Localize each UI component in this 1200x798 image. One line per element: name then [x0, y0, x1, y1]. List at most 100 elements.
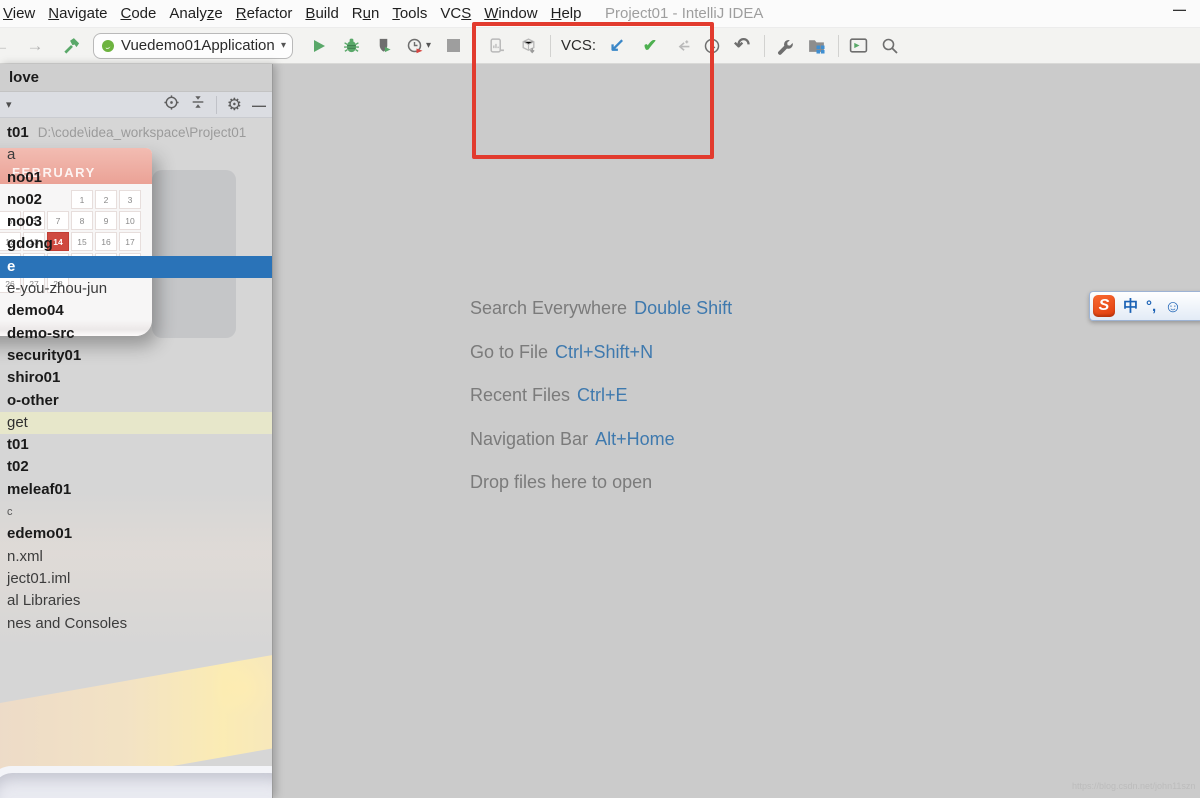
tree-item-selected[interactable]: e — [0, 256, 272, 278]
tree-item[interactable]: no02 — [0, 189, 272, 211]
chevron-down-icon: ▾ — [281, 40, 286, 51]
tree-item-excluded[interactable]: get — [0, 412, 272, 434]
package-download-icon — [518, 36, 538, 56]
hide-tool-window-icon[interactable]: — — [252, 98, 266, 112]
ime-language-toggle[interactable]: 中 — [1123, 299, 1138, 314]
tree-item[interactable]: no01 — [0, 167, 272, 189]
csdn-watermark: https://blog.csdn.net/john11szn — [1072, 781, 1195, 791]
menu-bar: View Navigate Code Analyze Refactor Buil… — [0, 0, 1200, 28]
vcs-history-clock-icon[interactable] — [702, 36, 722, 56]
run-anything-icon[interactable] — [848, 36, 868, 56]
tree-item-project-root[interactable]: t01 D:\code\idea_workspace\Project01 — [0, 122, 272, 144]
project-toolbar: ▾ ⚙ — — [0, 92, 272, 118]
tree-item[interactable]: no03 — [0, 211, 272, 233]
run-config-label: Vuedemo01Application — [121, 37, 277, 54]
minimize-button[interactable]: — — [1173, 2, 1186, 17]
debug-bug-icon[interactable] — [341, 36, 361, 56]
menu-view[interactable]: View — [3, 5, 35, 22]
tree-item[interactable]: demo-src — [0, 323, 272, 345]
vcs-commit-icon[interactable]: ✔ — [640, 36, 660, 56]
ime-emoji-icon[interactable]: ☺ — [1164, 298, 1181, 315]
ime-punctuation-toggle[interactable]: °, — [1146, 299, 1156, 314]
menu-run[interactable]: Run — [352, 5, 380, 22]
hint-label: Navigation Bar — [470, 429, 588, 450]
run-icon[interactable] — [309, 36, 329, 56]
tree-item[interactable]: demo04 — [0, 300, 272, 322]
window-title: Project01 - IntelliJ IDEA — [605, 5, 763, 22]
profiler-icon[interactable] — [405, 36, 425, 56]
tree-item[interactable]: shiro01 — [0, 367, 272, 389]
forward-icon[interactable]: → — [25, 36, 45, 56]
view-selector-caret-icon[interactable]: ▾ — [6, 98, 12, 111]
menu-code[interactable]: Code — [120, 5, 156, 22]
back-icon[interactable]: ← — [0, 36, 11, 56]
hint-label: Drop files here to open — [470, 472, 652, 493]
wallpaper-desk-body — [0, 766, 273, 798]
menu-tools[interactable]: Tools — [392, 5, 427, 22]
tree-item[interactable]: al Libraries — [0, 590, 272, 612]
attach-profiler-icon — [486, 36, 506, 56]
vcs-toolbar-label: VCS: — [561, 37, 596, 54]
menu-help[interactable]: Help — [551, 5, 582, 22]
settings-wrench-icon[interactable] — [774, 36, 794, 56]
tree-item[interactable]: e-you-zhou-jun — [0, 278, 272, 300]
search-everywhere-icon[interactable] — [880, 36, 900, 56]
build-hammer-icon[interactable] — [61, 36, 81, 56]
gear-icon[interactable]: ⚙ — [227, 96, 242, 113]
hint-label: Go to File — [470, 342, 548, 363]
tree-item[interactable]: security01 — [0, 345, 272, 367]
sogou-logo-icon[interactable]: S — [1093, 295, 1115, 317]
tree-item[interactable]: n.xml — [0, 546, 272, 568]
tree-item[interactable]: nes and Consoles — [0, 613, 272, 635]
tree-item[interactable]: t02 — [0, 456, 272, 478]
profiler-caret-icon[interactable]: ▾ — [426, 40, 431, 51]
vcs-update-icon[interactable]: ↙ — [607, 36, 627, 56]
hint-shortcut: Alt+Home — [595, 429, 675, 450]
tree-item[interactable]: o-other — [0, 390, 272, 412]
hint-drop-files: Drop files here to open — [470, 472, 732, 516]
project-tab-label[interactable]: love — [0, 64, 272, 92]
menu-analyze[interactable]: Analyze — [169, 5, 222, 22]
tree-item[interactable]: a — [0, 144, 272, 166]
tree-item[interactable]: ject01.iml — [0, 568, 272, 590]
project-root-path: D:\code\idea_workspace\Project01 — [38, 125, 247, 140]
menu-vcs[interactable]: VCS — [440, 5, 471, 22]
hint-navigation-bar: Navigation Bar Alt+Home — [470, 429, 732, 473]
vcs-merge-icon — [672, 36, 692, 56]
collapse-all-icon[interactable] — [190, 94, 206, 115]
hint-search-everywhere: Search Everywhere Double Shift — [470, 298, 732, 342]
spring-boot-icon — [101, 39, 115, 53]
shortcut-hints: Search Everywhere Double Shift Go to Fil… — [470, 298, 732, 516]
hint-shortcut: Ctrl+Shift+N — [555, 342, 653, 363]
stop-icon — [443, 36, 463, 56]
tree-item[interactable]: gdong — [0, 233, 272, 255]
hint-go-to-file: Go to File Ctrl+Shift+N — [470, 342, 732, 386]
hint-shortcut: Double Shift — [634, 298, 732, 319]
hint-shortcut: Ctrl+E — [577, 385, 628, 406]
menu-refactor[interactable]: Refactor — [236, 5, 293, 22]
tree-item-label: t01 — [7, 124, 29, 141]
menu-navigate[interactable]: Navigate — [48, 5, 107, 22]
workspace: love ▾ ⚙ — — [0, 64, 1200, 798]
editor-area: Search Everywhere Double Shift Go to Fil… — [273, 64, 1200, 798]
project-structure-icon[interactable] — [806, 36, 826, 56]
tree-item[interactable]: t01 — [0, 434, 272, 456]
menu-items: View Navigate Code Analyze Refactor Buil… — [0, 5, 581, 22]
menu-build[interactable]: Build — [305, 5, 338, 22]
run-coverage-icon[interactable] — [373, 36, 393, 56]
run-config-combo[interactable]: Vuedemo01Application ▾ — [93, 33, 293, 59]
menu-window[interactable]: Window — [484, 5, 537, 22]
project-tool-window: love ▾ ⚙ — — [0, 64, 273, 798]
hint-label: Recent Files — [470, 385, 570, 406]
tree-item[interactable]: meleaf01 — [0, 479, 272, 501]
tree-item[interactable]: c — [0, 501, 272, 523]
hint-recent-files: Recent Files Ctrl+E — [470, 385, 732, 429]
sogou-ime-bar: S 中 °, ☺ — [1089, 291, 1200, 321]
project-tree: FEBRUARY 1234567891011121314151617181920… — [0, 118, 272, 798]
vcs-revert-icon[interactable]: ↶ — [732, 36, 752, 56]
idea-window: View Navigate Code Analyze Refactor Buil… — [0, 0, 1200, 798]
hint-label: Search Everywhere — [470, 298, 627, 319]
main-toolbar: ← → Vuedemo01Application ▾ ▾ — [0, 28, 1200, 64]
locate-file-icon[interactable] — [163, 94, 180, 116]
tree-item[interactable]: edemo01 — [0, 523, 272, 545]
